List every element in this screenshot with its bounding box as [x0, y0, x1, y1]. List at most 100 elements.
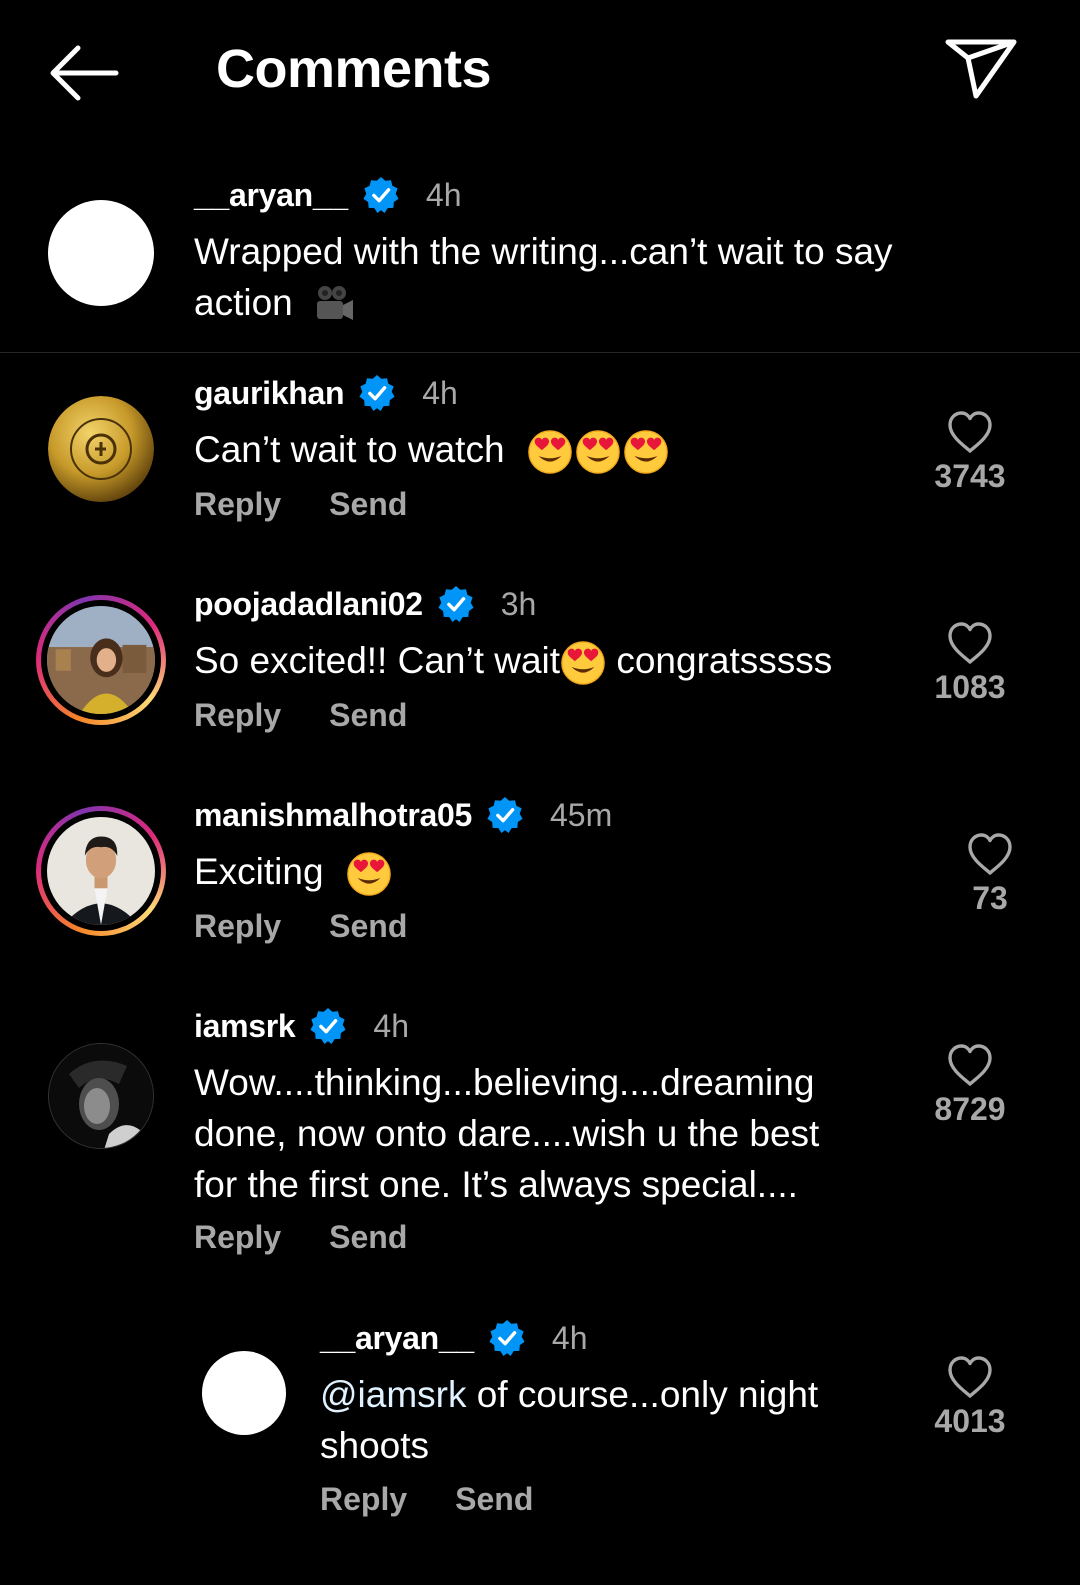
- reply-button[interactable]: Reply: [194, 1219, 281, 1256]
- comment-item: manishmalhotra05 45m Exciting Reply Send…: [0, 782, 1080, 982]
- avatar-story-ring[interactable]: [36, 595, 166, 725]
- arrow-left-icon: [50, 45, 119, 101]
- mention-link[interactable]: @iamsrk: [320, 1374, 467, 1415]
- comment-text: Can’t wait to watch: [194, 424, 669, 475]
- avatar-story-ring[interactable]: [36, 806, 166, 936]
- send-button[interactable]: Send: [455, 1481, 533, 1518]
- heart-outline-icon[interactable]: [946, 1355, 994, 1399]
- heart-eyes-emoji: [527, 429, 573, 475]
- timestamp: 45m: [549, 796, 613, 833]
- username[interactable]: poojadadlani02: [194, 586, 423, 623]
- verified-badge-icon: [488, 1319, 526, 1357]
- username[interactable]: iamsrk: [194, 1008, 296, 1045]
- reply-button[interactable]: Reply: [194, 697, 281, 734]
- heart-outline-icon[interactable]: [946, 1043, 994, 1087]
- comment-text-before: So excited!! Can’t wait: [194, 640, 561, 681]
- comment-line: shoots: [320, 1425, 430, 1466]
- like-control: 1083: [910, 621, 1030, 706]
- comment-line: @iamsrk of course...only night: [320, 1369, 900, 1420]
- comment-meta: iamsrk 4h: [194, 1007, 409, 1045]
- like-control: 3743: [910, 410, 1030, 495]
- send-button[interactable]: Send: [329, 908, 407, 945]
- avatar[interactable]: [202, 1351, 286, 1435]
- comment-actions: Reply Send: [194, 908, 407, 945]
- paper-plane-icon: [945, 39, 1017, 99]
- comment-text-content: of course...only night: [466, 1374, 819, 1415]
- comment-item: iamsrk 4h Wow....thinking...believing...…: [0, 993, 1080, 1293]
- verified-badge-icon: [362, 176, 400, 214]
- comment-text-after: congratsssss: [606, 640, 833, 681]
- like-count: 3743: [934, 458, 1006, 494]
- comment-actions: Reply Send: [320, 1481, 533, 1518]
- username[interactable]: __aryan__: [194, 177, 348, 214]
- heart-outline-icon[interactable]: [946, 410, 994, 454]
- heart-outline-icon[interactable]: [966, 832, 1014, 876]
- comment-line: done, now onto dare....wish u the best: [194, 1113, 820, 1154]
- heart-eyes-emoji: [623, 429, 669, 475]
- comment-text: @iamsrk of course...only night shoots: [320, 1369, 900, 1471]
- comment-actions: Reply Send: [194, 1219, 407, 1256]
- like-count: 4013: [934, 1403, 1006, 1439]
- comment-meta: manishmalhotra05 45m: [194, 796, 612, 834]
- reply-button[interactable]: Reply: [194, 908, 281, 945]
- like-count: 73: [972, 880, 1008, 916]
- heart-eyes-emoji: [575, 429, 621, 475]
- comment-item: poojadadlani02 3h So excited!! Can’t wai…: [0, 571, 1080, 771]
- reply-button[interactable]: Reply: [320, 1481, 407, 1518]
- comment-line: Wow....thinking...believing....dreaming: [194, 1062, 815, 1103]
- avatar[interactable]: [48, 200, 154, 306]
- send-button[interactable]: Send: [329, 486, 407, 523]
- like-control: 73: [930, 832, 1050, 917]
- verified-badge-icon: [486, 796, 524, 834]
- heart-outline-icon[interactable]: [946, 621, 994, 665]
- send-button[interactable]: Send: [329, 1219, 407, 1256]
- comment-meta: __aryan__ 4h: [320, 1319, 587, 1357]
- caption-text: Wrapped with the writing...can’t wait to…: [194, 226, 994, 328]
- post-caption: __aryan__ 4h Wrapped with the writing...…: [0, 160, 1080, 353]
- like-count: 8729: [934, 1091, 1006, 1127]
- heart-eyes-emoji: [560, 640, 606, 686]
- timestamp: 3h: [500, 585, 537, 622]
- comment-actions: Reply Send: [194, 697, 407, 734]
- header-bar: Comments: [0, 0, 1080, 140]
- username[interactable]: gaurikhan: [194, 375, 345, 412]
- username[interactable]: manishmalhotra05: [194, 797, 472, 834]
- timestamp: 4h: [425, 176, 462, 213]
- verified-badge-icon: [437, 585, 475, 623]
- username[interactable]: __aryan__: [320, 1320, 474, 1357]
- avatar[interactable]: [48, 1043, 154, 1149]
- comment-item: gaurikhan 4h Can’t wait to watch Reply S…: [0, 360, 1080, 560]
- timestamp: 4h: [422, 374, 458, 411]
- back-button[interactable]: [48, 44, 120, 102]
- like-control: 8729: [910, 1043, 1030, 1128]
- profile-photo-image: [49, 1044, 153, 1148]
- verified-badge-icon: [358, 374, 396, 412]
- profile-photo-image: [47, 817, 155, 925]
- page-title: Comments: [216, 39, 492, 99]
- movie-camera-emoji: [317, 286, 354, 321]
- send-button[interactable]: Send: [329, 697, 407, 734]
- timestamp: 4h: [373, 1007, 409, 1044]
- caption-line: Wrapped with the writing...can’t wait to…: [194, 231, 893, 272]
- like-count: 1083: [934, 669, 1006, 705]
- comment-text: Exciting: [194, 846, 392, 897]
- caption-line-2: action: [194, 277, 994, 328]
- reply-button[interactable]: Reply: [194, 486, 281, 523]
- comment-meta: gaurikhan 4h: [194, 374, 458, 412]
- comment-line: for the first one. It’s always special..…: [194, 1164, 798, 1205]
- comment-text: Wow....thinking...believing....dreaming …: [194, 1057, 894, 1210]
- like-control: 4013: [910, 1355, 1030, 1440]
- reply-item: __aryan__ 4h @iamsrk of course...only ni…: [0, 1305, 1080, 1545]
- comment-actions: Reply Send: [194, 486, 407, 523]
- caption-line-text: action: [194, 282, 293, 323]
- comment-text: So excited!! Can’t wait congratsssss: [194, 635, 832, 686]
- avatar[interactable]: [48, 396, 154, 502]
- profile-photo-image: [47, 606, 155, 714]
- comment-text-content: Can’t wait to watch: [194, 429, 505, 470]
- caption-meta: __aryan__ 4h: [194, 176, 461, 214]
- timestamp: 4h: [551, 1319, 588, 1356]
- comment-text-content: Exciting: [194, 851, 324, 892]
- share-button[interactable]: [944, 36, 1020, 102]
- comment-meta: poojadadlani02 3h: [194, 585, 536, 623]
- verified-badge-icon: [309, 1007, 347, 1045]
